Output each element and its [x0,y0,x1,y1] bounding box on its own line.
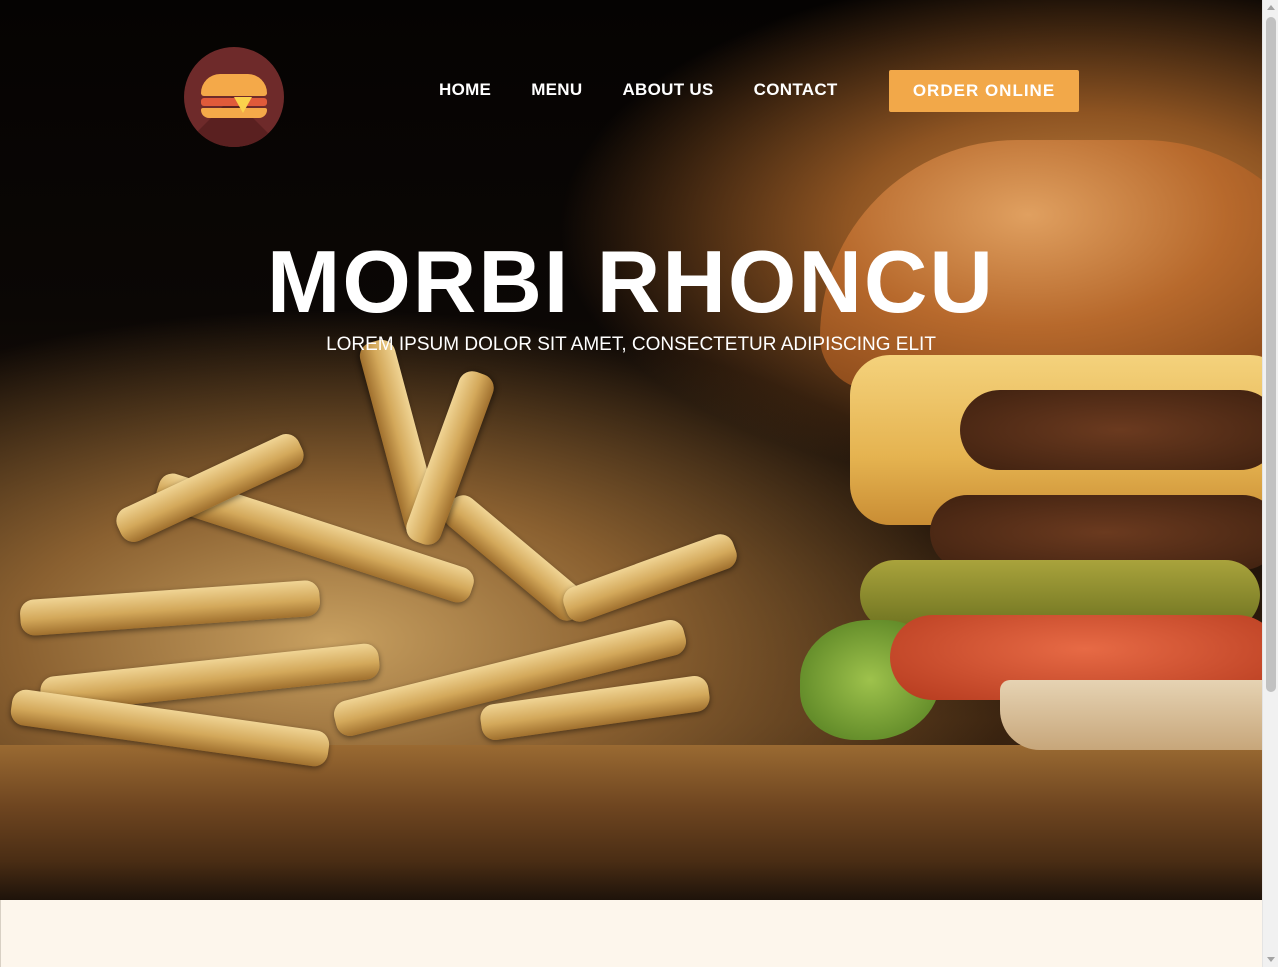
order-online-button[interactable]: ORDER ONLINE [889,70,1079,112]
logo-cheese [234,97,252,113]
nav-home[interactable]: HOME [439,80,491,100]
nav-about-us[interactable]: ABOUT US [622,80,713,100]
main-nav: HOME MENU ABOUT US CONTACT [439,80,878,100]
burger-patty [930,495,1262,570]
burger-logo-icon[interactable] [184,47,284,147]
hero-subtitle: LOREM IPSUM DOLOR SIT AMET, CONSECTETUR … [326,334,936,355]
content-section [0,900,1262,967]
hero-section: HOME MENU ABOUT US CONTACT ORDER ONLINE … [0,0,1262,900]
scroll-down-arrow-icon[interactable] [1267,957,1275,962]
logo-bun-top [201,74,267,96]
burger-patty [960,390,1262,470]
french-fry [559,530,741,626]
nav-contact[interactable]: CONTACT [754,80,838,100]
scroll-up-arrow-icon[interactable] [1267,5,1275,10]
burger-bun-bottom [1000,680,1262,750]
scrollbar-thumb[interactable] [1266,17,1276,692]
french-fry [19,579,321,637]
wooden-board [0,745,1262,900]
vertical-scrollbar[interactable] [1262,0,1278,967]
hero-title: MORBI RHONCU [267,232,995,331]
nav-menu[interactable]: MENU [531,80,582,100]
